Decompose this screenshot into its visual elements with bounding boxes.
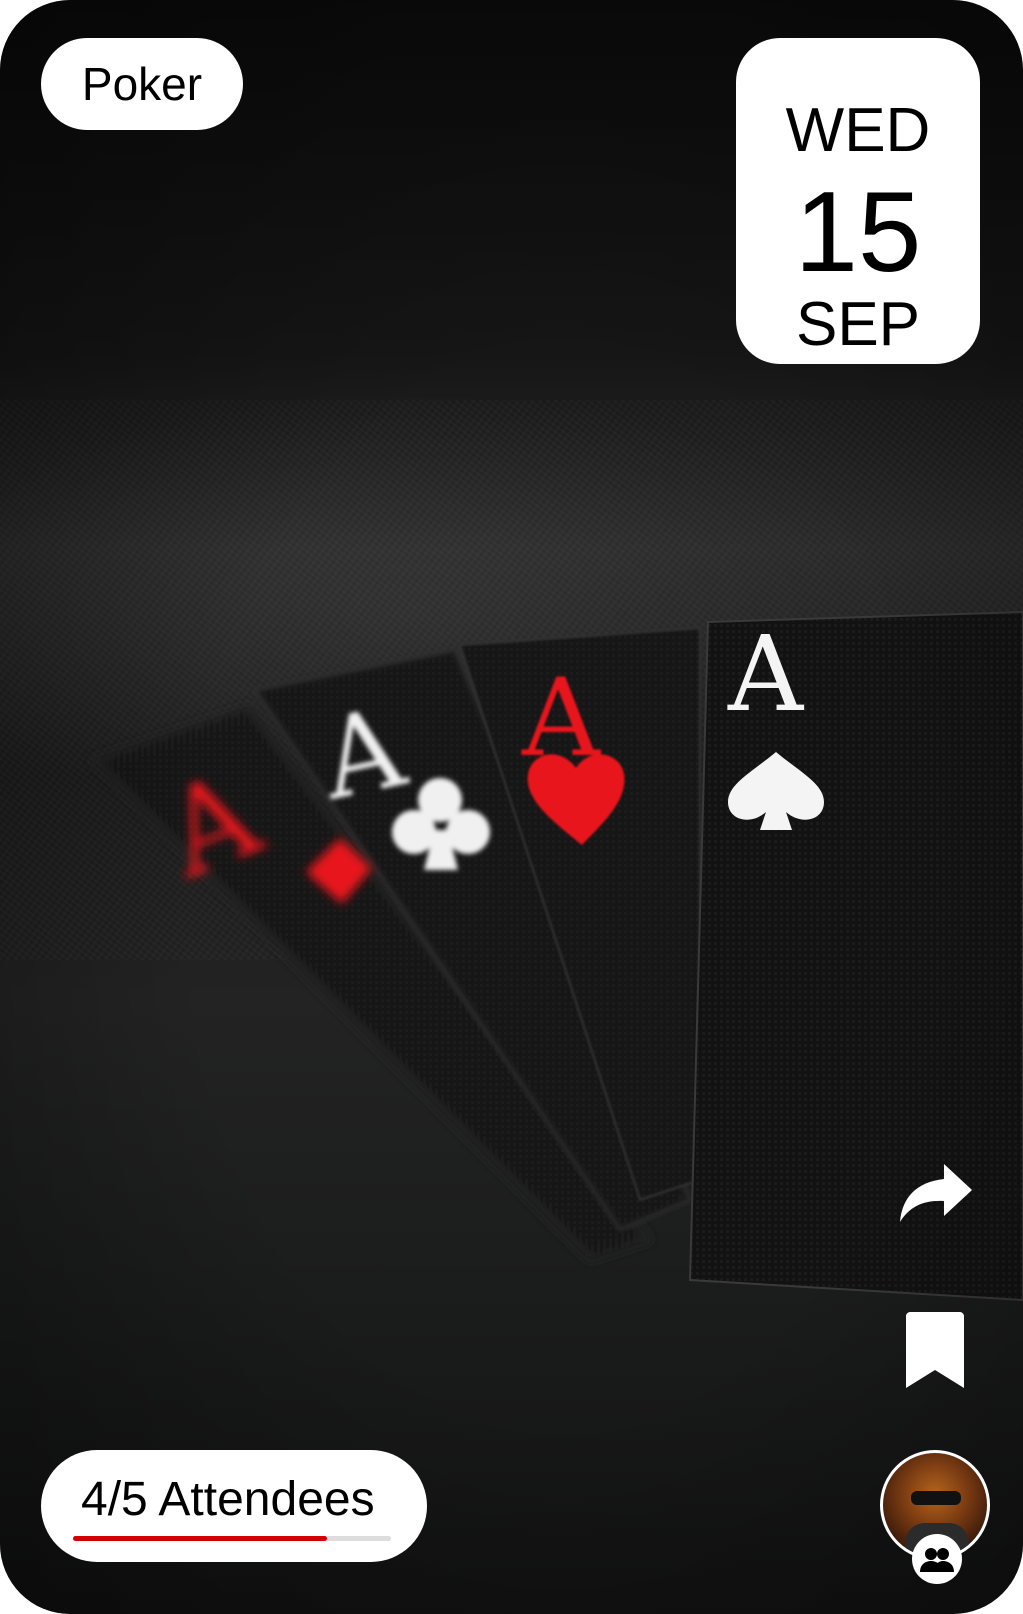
avatar-glasses bbox=[911, 1491, 961, 1505]
event-card[interactable]: A A A A Poker WED 15 SEP 4/5 At bbox=[0, 0, 1023, 1614]
attendees-progress-bar bbox=[73, 1536, 391, 1541]
attendees-progress-fill bbox=[73, 1536, 328, 1541]
date-day: 15 bbox=[794, 169, 922, 296]
group-badge[interactable] bbox=[912, 1534, 962, 1584]
attendees-pill[interactable]: 4/5 Attendees bbox=[41, 1450, 427, 1562]
category-pill[interactable]: Poker bbox=[41, 38, 243, 130]
bookmark-icon[interactable] bbox=[906, 1312, 964, 1388]
share-icon[interactable] bbox=[898, 1162, 972, 1224]
category-label: Poker bbox=[81, 58, 203, 110]
group-icon bbox=[920, 1548, 954, 1572]
date-weekday: WED bbox=[785, 96, 931, 165]
event-date-badge: WED 15 SEP bbox=[736, 38, 980, 364]
attendees-label: 4/5 Attendees bbox=[81, 1473, 375, 1526]
date-month: SEP bbox=[795, 290, 921, 359]
